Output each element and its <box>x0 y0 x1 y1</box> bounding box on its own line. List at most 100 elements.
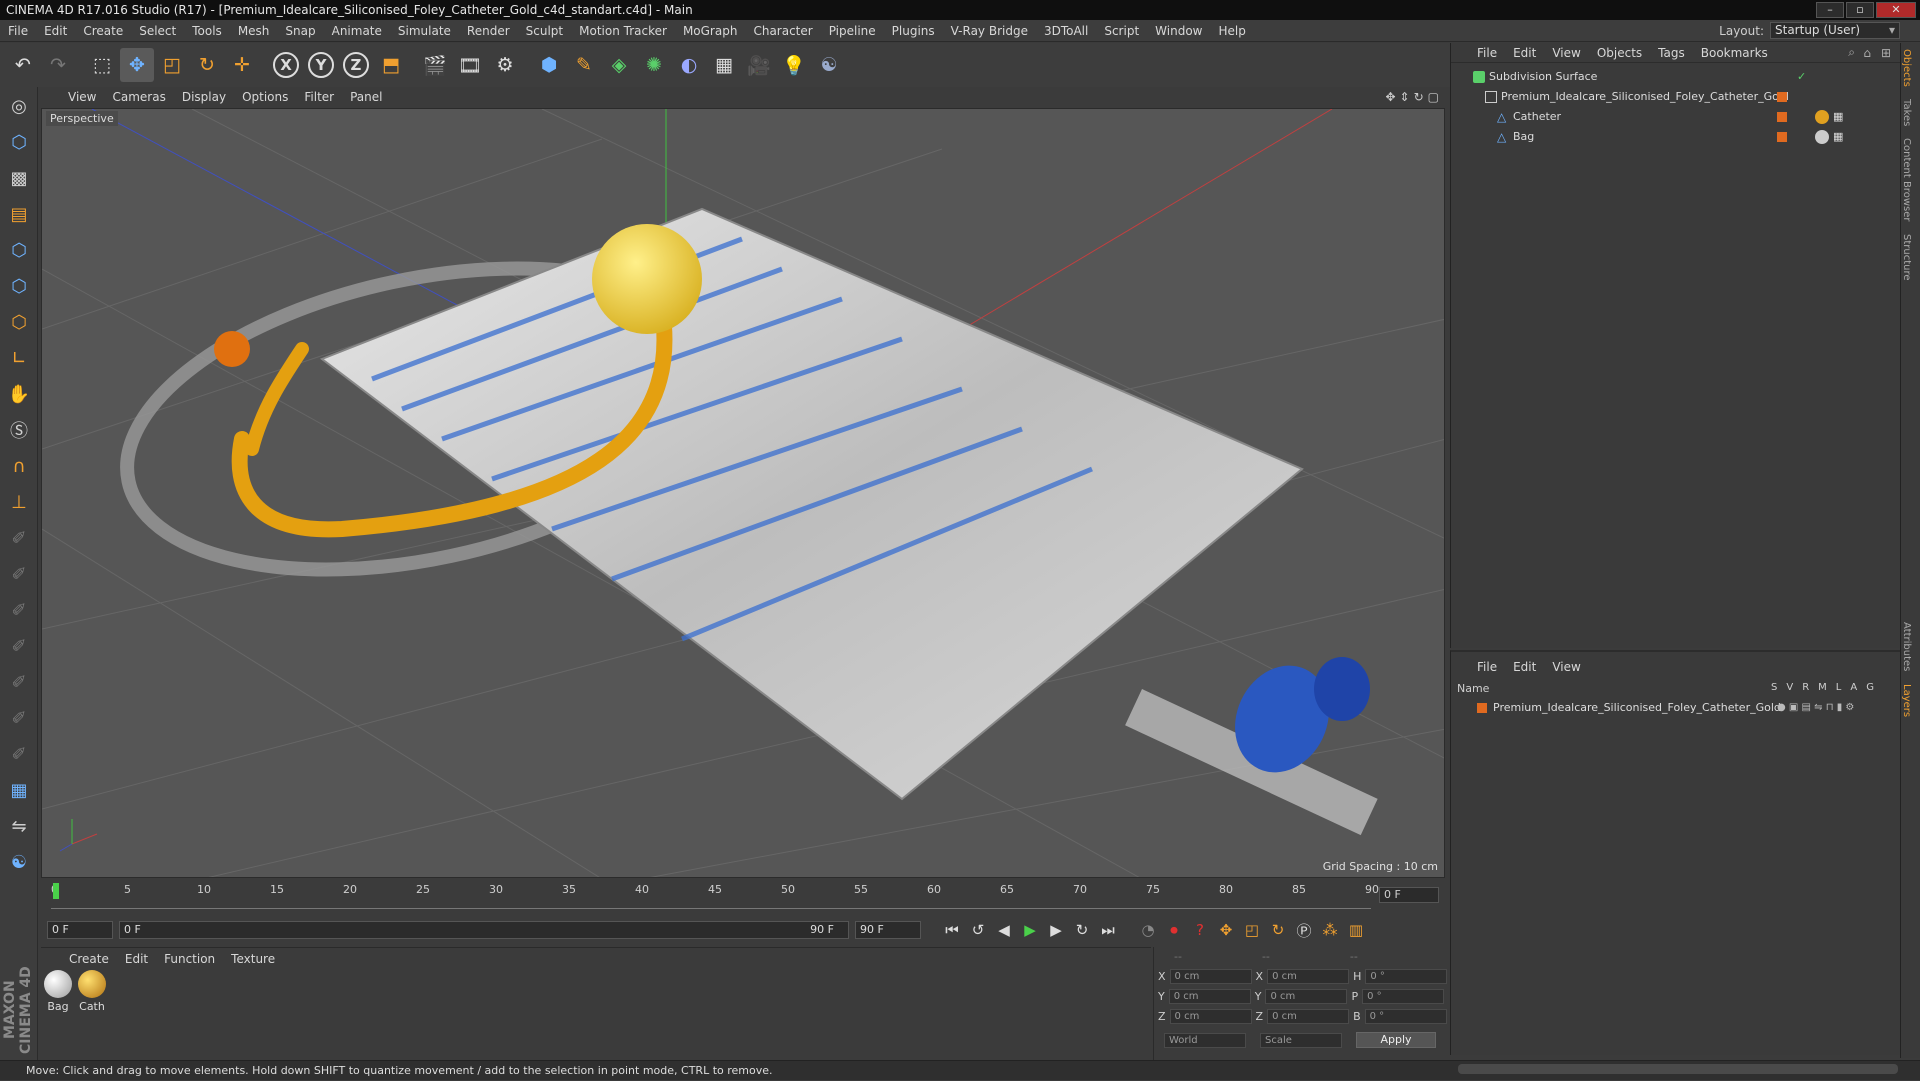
layer-color-swatch[interactable] <box>1777 112 1787 122</box>
make-editable-icon[interactable]: ◎ <box>2 89 36 123</box>
goto-end-icon[interactable]: ⏭ <box>1095 917 1121 943</box>
polygons-mode-icon[interactable]: ⬡ <box>2 305 36 339</box>
object-menu-objects[interactable]: Objects <box>1589 42 1650 64</box>
sculpt-smooth-icon[interactable]: ✐ <box>2 593 36 627</box>
start-frame-field[interactable]: 0 F <box>47 921 113 939</box>
menu-3dtoall[interactable]: 3DToAll <box>1036 20 1096 42</box>
record-key-icon[interactable]: ⏺ <box>1161 917 1187 943</box>
rotation-b-field[interactable]: 0 ° <box>1364 1008 1447 1024</box>
side-tab-objects[interactable]: Objects <box>1901 43 1912 93</box>
menu-motion-tracker[interactable]: Motion Tracker <box>571 20 675 42</box>
model-mode-icon[interactable]: ⬡ <box>2 125 36 159</box>
material-bag[interactable]: Bag <box>43 970 73 1013</box>
menu-file[interactable]: File <box>0 20 36 42</box>
layer-color-swatch[interactable] <box>1777 132 1787 142</box>
search-icon[interactable]: ⌕ <box>1848 45 1855 60</box>
play-icon[interactable]: ▶ <box>1017 917 1043 943</box>
material-catheter[interactable]: Cath <box>77 970 107 1013</box>
layer-color-swatch[interactable] <box>1777 92 1787 102</box>
3d-viewport[interactable]: Perspective Grid Spacing : 10 cm <box>41 108 1445 878</box>
end-frame-field[interactable]: 90 F <box>855 921 921 939</box>
transform-tool-icon[interactable]: ✛ <box>225 48 259 82</box>
autokey-icon[interactable]: ? <box>1187 917 1213 943</box>
current-frame-field[interactable]: 0 F <box>1379 887 1439 903</box>
object-row-bag[interactable]: △ Bag ▦ <box>1451 127 1901 147</box>
position-x-field[interactable]: 0 cm <box>1169 968 1252 984</box>
object-row-catheter[interactable]: △ Catheter ▦ <box>1451 107 1901 127</box>
spline-pen-icon[interactable]: ✎ <box>567 48 601 82</box>
timeline-ruler[interactable]: 0 5 10 15 20 25 30 35 40 45 50 55 60 65 … <box>51 883 1379 909</box>
texture-grid-icon[interactable]: ▦ <box>2 773 36 807</box>
sculpt-flatten-icon[interactable]: ✐ <box>2 665 36 699</box>
menu-snap[interactable]: Snap <box>277 20 323 42</box>
layer-color-swatch[interactable] <box>1477 703 1487 713</box>
render-view-icon[interactable]: 🎬 <box>418 48 452 82</box>
playhead[interactable] <box>53 883 59 899</box>
key-position-icon[interactable]: ✥ <box>1213 917 1239 943</box>
light-icon[interactable]: 💡 <box>777 48 811 82</box>
menu-vray-bridge[interactable]: V-Ray Bridge <box>943 20 1036 42</box>
texture-mode-icon[interactable]: ▩ <box>2 161 36 195</box>
viewport-menu-cameras[interactable]: Cameras <box>104 87 173 107</box>
menu-select[interactable]: Select <box>131 20 184 42</box>
layer-toggle-icons[interactable]: ● ▣ ▤ ⇋ ⊓ ▮ ⚙ <box>1777 698 1854 718</box>
sculpt-inflate-icon[interactable]: ✐ <box>2 629 36 663</box>
texture-tag-icon[interactable]: ▦ <box>1833 107 1843 127</box>
object-menu-bookmarks[interactable]: Bookmarks <box>1693 42 1776 64</box>
panel-icon[interactable]: ⊞ <box>1881 46 1891 60</box>
size-y-field[interactable]: 0 cm <box>1265 988 1348 1004</box>
undo-icon[interactable]: ↶ <box>6 48 40 82</box>
side-tab-content-browser[interactable]: Content Browser <box>1901 132 1912 227</box>
object-menu-edit[interactable]: Edit <box>1505 42 1544 64</box>
python-script-icon[interactable]: ☯ <box>2 845 36 879</box>
object-menu-file[interactable]: File <box>1469 42 1505 64</box>
keyframe-selection-icon[interactable]: ◔ <box>1135 917 1161 943</box>
next-key-icon[interactable]: ↻ <box>1069 917 1095 943</box>
redo-icon[interactable]: ↷ <box>41 48 75 82</box>
material-menu-edit[interactable]: Edit <box>117 948 156 968</box>
cube-object-icon[interactable]: ⬢ <box>532 48 566 82</box>
material-menu-function[interactable]: Function <box>156 948 223 968</box>
goto-start-icon[interactable]: ⏮ <box>939 917 965 943</box>
texture-tag-icon[interactable]: ▦ <box>1833 127 1843 147</box>
layout-select[interactable]: Startup (User) <box>1770 22 1900 39</box>
axis-lock-icon[interactable]: ⊥ <box>2 485 36 519</box>
menu-mograph[interactable]: MoGraph <box>675 20 746 42</box>
viewport-menu-panel[interactable]: Panel <box>342 87 390 107</box>
object-menu-tags[interactable]: Tags <box>1650 42 1693 64</box>
points-mode-icon[interactable]: ⬡ <box>2 233 36 267</box>
object-row-subdivision-surface[interactable]: Subdivision Surface ✓ <box>1451 67 1901 87</box>
object-row-catheter-gold[interactable]: Premium_Idealcare_Siliconised_Foley_Cath… <box>1451 87 1901 107</box>
menu-simulate[interactable]: Simulate <box>390 20 459 42</box>
side-tab-attributes[interactable]: Attributes <box>1901 616 1912 677</box>
menu-animate[interactable]: Animate <box>324 20 390 42</box>
menu-mesh[interactable]: Mesh <box>230 20 278 42</box>
position-z-field[interactable]: 0 cm <box>1169 1008 1252 1024</box>
snap-icon[interactable]: Ⓢ <box>2 413 36 447</box>
layer-menu-view[interactable]: View <box>1544 656 1588 676</box>
side-tab-layers[interactable]: Layers <box>1901 678 1912 723</box>
viewport-menu-filter[interactable]: Filter <box>296 87 342 107</box>
prev-frame-icon[interactable]: ◀ <box>991 917 1017 943</box>
menu-plugins[interactable]: Plugins <box>884 20 943 42</box>
key-rotation-icon[interactable]: ↻ <box>1265 917 1291 943</box>
viewport-menu-display[interactable]: Display <box>174 87 234 107</box>
minimize-button[interactable]: – <box>1816 2 1844 18</box>
layer-menu-edit[interactable]: Edit <box>1505 656 1544 676</box>
magnet-icon[interactable]: ∩ <box>2 449 36 483</box>
scale-tool-icon[interactable]: ◰ <box>155 48 189 82</box>
tweak-mode-icon[interactable]: ✋ <box>2 377 36 411</box>
x-axis-icon[interactable]: X <box>269 48 303 82</box>
python-icon[interactable]: ☯ <box>812 48 846 82</box>
viewport-menu-options[interactable]: Options <box>234 87 296 107</box>
edges-mode-icon[interactable]: ⬡ <box>2 269 36 303</box>
material-menu-create[interactable]: Create <box>61 948 117 968</box>
viewport-menu-view[interactable]: View <box>60 87 104 107</box>
orbit-icon[interactable]: ↻ <box>1414 90 1424 104</box>
zoom-icon[interactable]: ⇕ <box>1400 90 1410 104</box>
material-tag-icon[interactable] <box>1815 110 1829 124</box>
menu-render[interactable]: Render <box>459 20 518 42</box>
coordinate-mode-select[interactable]: World <box>1164 1032 1246 1048</box>
coordinate-system-icon[interactable]: ⬒ <box>374 48 408 82</box>
maximize-button[interactable]: ▫ <box>1846 2 1874 18</box>
